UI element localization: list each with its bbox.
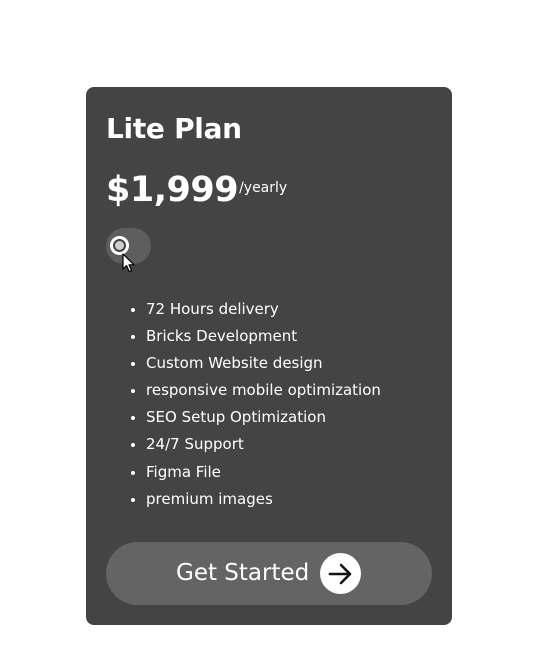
feature-item: SEO Setup Optimization — [146, 404, 381, 431]
feature-list: 72 Hours delivery Bricks Development Cus… — [106, 296, 381, 513]
mouse-cursor-icon — [122, 253, 135, 273]
feature-item: 72 Hours delivery — [146, 296, 381, 323]
arrow-right-icon — [320, 553, 361, 594]
price-row: $1,999 /yearly — [106, 169, 287, 211]
feature-item: Bricks Development — [146, 323, 381, 350]
feature-item: 24/7 Support — [146, 431, 381, 458]
billing-period: /yearly — [239, 180, 288, 196]
feature-item: premium images — [146, 486, 381, 513]
feature-item: responsive mobile optimization — [146, 377, 381, 404]
plan-price: $1,999 — [106, 170, 239, 210]
plan-title: Lite Plan — [106, 112, 242, 145]
feature-item: Figma File — [146, 459, 381, 486]
pricing-card: Lite Plan $1,999 /yearly 72 Hours delive… — [86, 87, 452, 625]
feature-item: Custom Website design — [146, 350, 381, 377]
get-started-label: Get Started — [176, 560, 310, 586]
get-started-button[interactable]: Get Started — [106, 542, 432, 605]
